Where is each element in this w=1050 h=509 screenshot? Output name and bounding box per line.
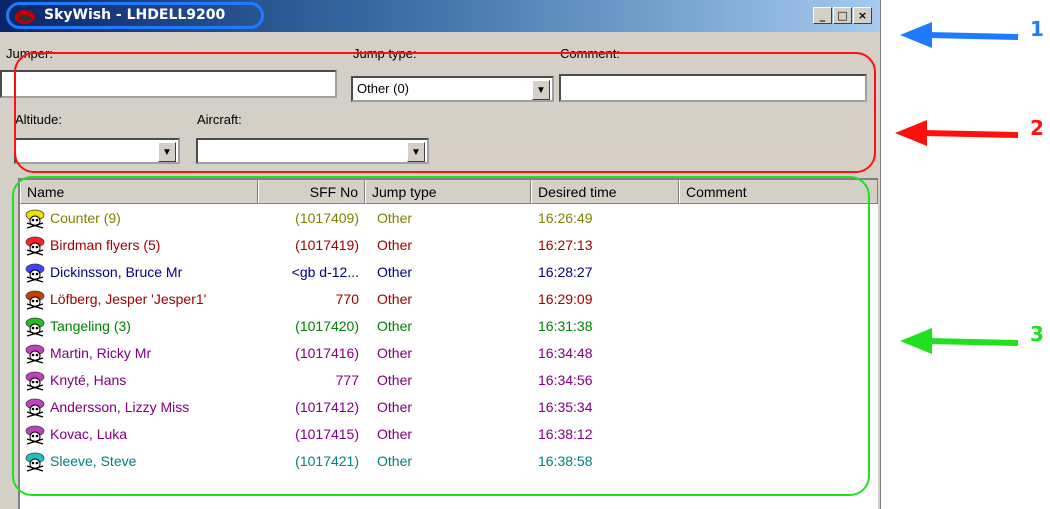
maximize-button[interactable]: □ bbox=[833, 7, 852, 24]
close-icon: × bbox=[857, 9, 868, 22]
minimize-icon: _ bbox=[819, 9, 826, 22]
annotation-oval-blue bbox=[6, 2, 264, 29]
annotation-oval-red bbox=[14, 52, 876, 173]
annotation-arrow-green-icon bbox=[900, 328, 1019, 354]
callout-number-2: 2 bbox=[1030, 116, 1044, 140]
minimize-button[interactable]: _ bbox=[813, 7, 832, 24]
annotation-arrow-blue-icon bbox=[900, 22, 1019, 48]
annotation-arrow-red-icon bbox=[895, 120, 1019, 146]
close-button[interactable]: × bbox=[853, 7, 872, 24]
annotation-oval-green bbox=[12, 176, 870, 496]
maximize-icon: □ bbox=[837, 9, 848, 22]
callout-number-1: 1 bbox=[1030, 17, 1044, 41]
callout-number-3: 3 bbox=[1030, 322, 1044, 346]
